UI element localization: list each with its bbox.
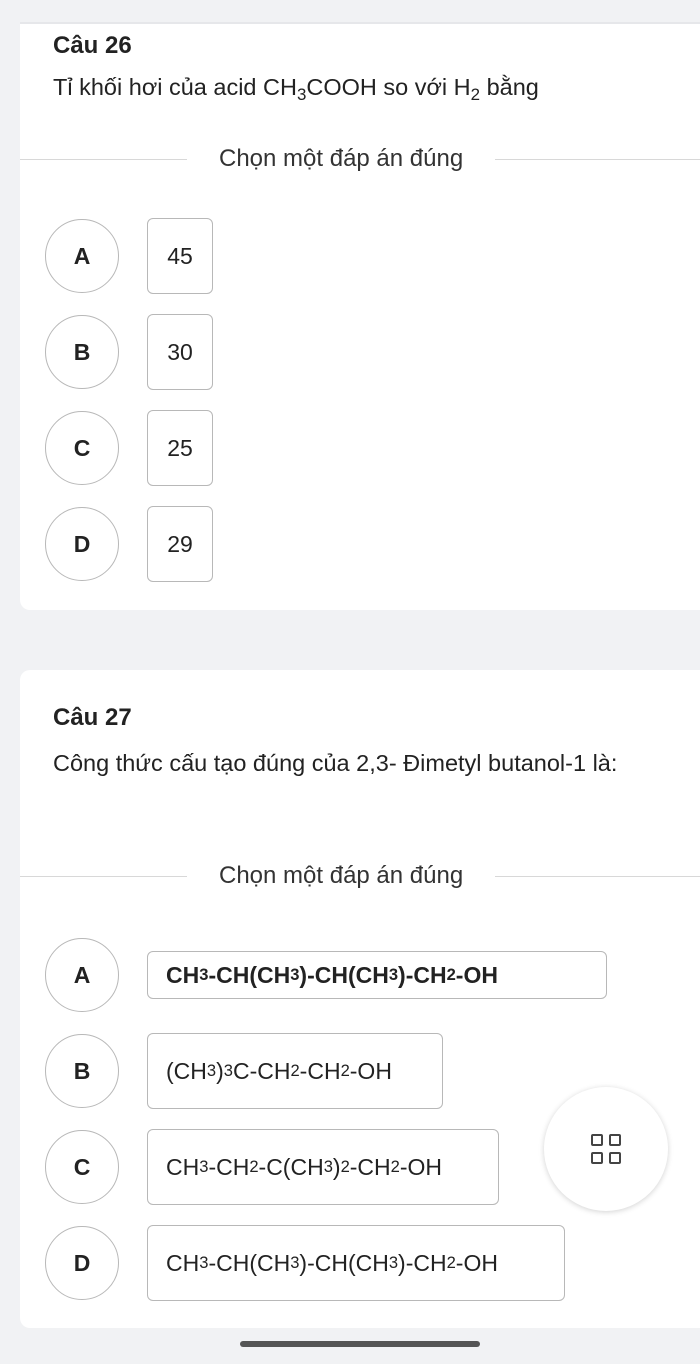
option-letter[interactable]: A xyxy=(45,219,119,293)
question-title: Câu 27 xyxy=(53,704,132,731)
choose-one-divider: Chọn một đáp án đúng xyxy=(20,862,700,889)
option-answer[interactable]: 25 xyxy=(147,410,213,486)
option-letter[interactable]: C xyxy=(45,411,119,485)
option-a[interactable]: A 45 xyxy=(45,218,213,294)
question-title: Câu 26 xyxy=(53,32,132,59)
option-b[interactable]: B (CH 3) 3 C-CH 2 -CH 2 -OH xyxy=(45,1033,443,1109)
option-answer[interactable]: CH 3 -CH 2 -C(CH 3) 2 -CH 2 -OH xyxy=(147,1129,499,1205)
option-answer[interactable]: 30 xyxy=(147,314,213,390)
choose-one-label: Chọn một đáp án đúng xyxy=(219,145,464,172)
option-answer[interactable]: CH 3 -CH(CH 3)-CH(CH 3)-CH 2 -OH xyxy=(147,951,607,999)
option-letter[interactable]: C xyxy=(45,1130,119,1204)
option-c[interactable]: C CH 3 -CH 2 -C(CH 3) 2 -CH 2 -OH xyxy=(45,1129,499,1205)
option-b[interactable]: B 30 xyxy=(45,314,213,390)
option-c[interactable]: C 25 xyxy=(45,410,213,486)
option-letter[interactable]: D xyxy=(45,1226,119,1300)
choose-one-divider: Chọn một đáp án đúng xyxy=(20,145,700,172)
option-letter[interactable]: B xyxy=(45,1034,119,1108)
question-text: Công thức cấu tạo đúng của 2,3- Đimetyl … xyxy=(53,750,618,776)
question-card-27: Câu 27 Công thức cấu tạo đúng của 2,3- Đ… xyxy=(20,670,700,1328)
option-answer[interactable]: 29 xyxy=(147,506,213,582)
grid-icon xyxy=(591,1134,621,1164)
choose-one-label: Chọn một đáp án đúng xyxy=(219,862,464,889)
option-d[interactable]: D CH 3 -CH(CH 3)-CH(CH 3)-CH 2 -OH xyxy=(45,1225,565,1301)
option-letter[interactable]: D xyxy=(45,507,119,581)
home-indicator xyxy=(240,1341,480,1347)
option-a[interactable]: A CH 3 -CH(CH 3)-CH(CH 3)-CH 2 -OH xyxy=(45,938,607,1012)
option-d[interactable]: D 29 xyxy=(45,506,213,582)
question-grid-button[interactable] xyxy=(544,1087,668,1211)
question-text: Tỉ khối hơi của acid CH3COOH so với H2 b… xyxy=(53,74,539,105)
option-answer[interactable]: (CH 3) 3 C-CH 2 -CH 2 -OH xyxy=(147,1033,443,1109)
option-answer[interactable]: CH 3 -CH(CH 3)-CH(CH 3)-CH 2 -OH xyxy=(147,1225,565,1301)
option-letter[interactable]: A xyxy=(45,938,119,1012)
option-letter[interactable]: B xyxy=(45,315,119,389)
option-answer[interactable]: 45 xyxy=(147,218,213,294)
question-card-26: Câu 26 Tỉ khối hơi của acid CH3COOH so v… xyxy=(20,24,700,610)
